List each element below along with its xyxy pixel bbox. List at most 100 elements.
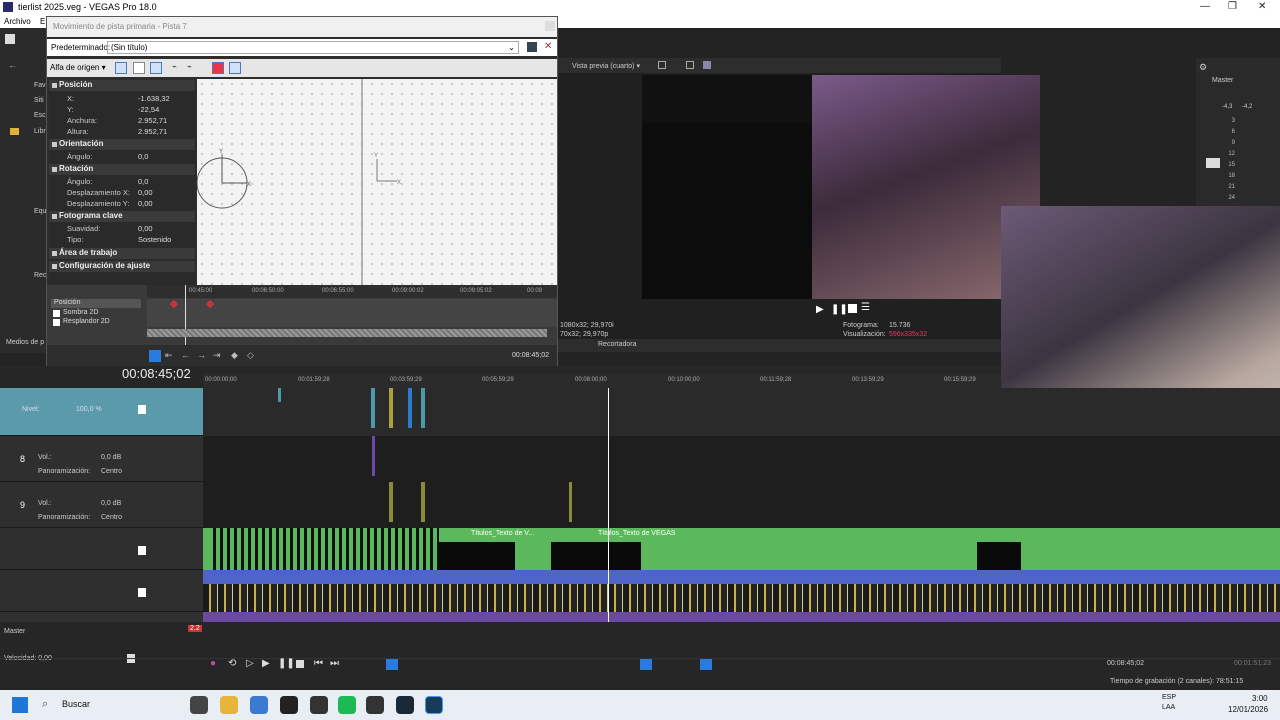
menu-icon[interactable]: ☰ [861,302,870,313]
media-tab-label[interactable]: Medios de p [6,339,44,346]
clip[interactable] [421,388,425,428]
play-start-icon[interactable]: ▷ [246,658,254,669]
video-track-header[interactable] [0,570,203,612]
record-icon[interactable]: ● [210,658,216,669]
save-preset-icon[interactable] [527,42,537,52]
shadow-checkbox[interactable] [53,310,60,317]
magnet-icon[interactable] [133,62,145,74]
orient-angle-value[interactable]: 0,0 [138,152,148,161]
prev-kf-icon[interactable]: ← [181,350,190,360]
new-icon[interactable] [5,34,15,44]
grid-snap-icon[interactable] [150,62,162,74]
clip[interactable] [278,388,281,402]
prevent-move-icon[interactable] [247,62,259,74]
clip[interactable] [408,388,412,428]
audio-track-header[interactable]: 8 Vol.: 0,0 dB Panoramización: Centro [0,436,203,482]
track-lane[interactable] [203,388,1280,436]
pause-icon[interactable]: ❚❚ [831,304,848,315]
clip-group[interactable] [209,528,439,570]
audio-clip[interactable] [389,482,393,522]
settings-icon[interactable] [280,696,298,714]
section-position[interactable]: Posición [49,80,195,91]
search-box[interactable]: Buscar [62,699,90,709]
back-arrow-icon[interactable]: ← [8,60,17,70]
tab-trimmer[interactable]: Recortadora [598,341,637,348]
scale-center-icon[interactable] [229,62,241,74]
level-value[interactable]: 100,0 % [76,406,102,413]
folder-icon[interactable] [220,696,238,714]
rot-angle-value[interactable]: 0,0 [138,177,148,186]
app-icon[interactable] [190,696,208,714]
kf-ruler[interactable]: 00:45:00 00:06:50:00 00:06:55:00 00:09:0… [147,285,557,298]
source-alpha-dropdown[interactable]: Alfa de origen ▾ [50,63,106,72]
video-track-lane[interactable] [203,570,1280,622]
audio-track-header[interactable]: 9 Vol.: 0,0 dB Panoramización: Centro [0,482,203,528]
smoothness-value[interactable]: 0,00 [138,224,153,233]
search-icon[interactable]: ⌕ [42,698,48,711]
preview-frame[interactable] [642,75,1040,299]
tree-item[interactable]: Equ [34,208,46,215]
track-lane[interactable] [203,436,1280,482]
clip[interactable] [371,388,375,428]
clock-date[interactable]: 12/01/2026 [1228,705,1268,714]
audio-clip[interactable] [569,482,572,522]
add-kf-icon[interactable]: ◆ [231,350,238,361]
prevent-scale-icon[interactable] [263,62,275,74]
move-y-icon[interactable]: ⌁ [187,62,199,74]
kf-track-position[interactable]: Posición [51,299,141,308]
pan-value[interactable]: Centro [101,514,122,521]
loop-icon[interactable]: ⟲ [228,658,236,669]
go-end-icon[interactable]: ⏭ [330,658,339,669]
tree-item[interactable]: Fav [34,82,46,89]
maximize-icon[interactable]: ❐ [1228,1,1237,12]
split-screen-icon[interactable] [658,61,666,69]
tree-item[interactable]: Siti [34,97,44,104]
close-icon[interactable]: ✕ [1258,1,1266,12]
fader-handle[interactable] [1206,158,1220,168]
section-orientation[interactable]: Orientación [49,139,195,150]
start-icon[interactable] [12,697,28,713]
next-kf-icon[interactable]: → [197,350,206,360]
pause-icon[interactable]: ❚❚ [278,658,295,669]
timeline-ruler[interactable]: 00:00:00;00 00:01:59;28 00:03:59;29 00:0… [203,374,1001,388]
x-value[interactable]: -1.638,32 [138,94,170,103]
steam-icon[interactable] [396,696,414,714]
app-icon[interactable] [366,696,384,714]
offset-x-value[interactable]: 0,00 [138,188,153,197]
type-value[interactable]: Sostenido [138,235,171,244]
gear-icon[interactable]: ⚙ [1199,62,1207,73]
first-kf-icon[interactable]: ⇤ [165,350,173,361]
tree-item[interactable]: Esc [34,112,46,119]
section-keyframe[interactable]: Fotograma clave [49,211,195,222]
play-icon[interactable]: ▶ [816,304,824,315]
edit-tool-icon[interactable] [115,62,127,74]
menu-edit[interactable]: E [40,17,45,26]
timeline-tracks[interactable]: Títulos_Texto de V... Títulos_Texto de V… [203,388,1280,622]
go-start-icon[interactable]: ⏮ [314,658,323,669]
vegas-icon[interactable] [425,696,443,714]
delete-kf-icon[interactable]: ◇ [247,350,254,361]
height-value[interactable]: 2.952,71 [138,127,167,136]
menu-file[interactable]: Archivo [4,17,31,26]
clock-time[interactable]: 3:00 [1252,694,1268,703]
title-track-lane[interactable]: Títulos_Texto de V... Títulos_Texto de V… [203,528,1280,570]
delete-preset-icon[interactable]: ✕ [544,41,552,52]
clip[interactable] [389,388,393,428]
section-rotation[interactable]: Rotación [49,164,195,175]
vol-value[interactable]: 0,0 dB [101,454,121,461]
opacity-slider-handle[interactable] [138,546,146,555]
title-clip-label[interactable]: Títulos_Texto de V... [471,530,534,537]
y-value[interactable]: -22,54 [138,105,159,114]
copy-snapshot-icon[interactable] [703,61,711,69]
offset-y-value[interactable]: 0,00 [138,199,153,208]
obs-icon[interactable] [310,696,328,714]
language-indicator[interactable]: ESP [1162,694,1176,701]
snap-icon[interactable] [640,659,652,670]
stop-icon[interactable] [848,304,857,313]
region-indicator[interactable]: LAA [1162,704,1175,711]
stop-icon[interactable] [296,660,304,668]
level-slider-handle[interactable] [138,405,146,414]
tree-item[interactable]: Rec [34,272,46,279]
play-icon[interactable]: ▶ [262,658,270,669]
last-kf-icon[interactable]: ⇥ [213,350,221,361]
